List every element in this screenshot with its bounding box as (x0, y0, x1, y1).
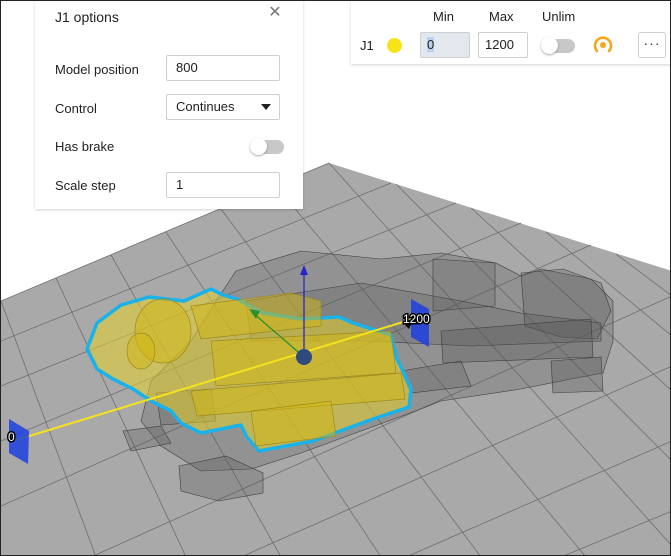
unlim-header: Unlim (542, 9, 576, 24)
joint-limits-icon[interactable] (592, 34, 614, 56)
scale-step-label: Scale step (55, 178, 116, 193)
max-input[interactable]: 1200 (478, 32, 528, 58)
axis-end-label: 1200 (403, 312, 430, 326)
has-brake-label: Has brake (55, 139, 115, 154)
control-select[interactable]: Continues (166, 94, 280, 120)
min-header: Min (433, 9, 454, 24)
more-icon: ··· (643, 35, 661, 51)
min-input[interactable]: 0 (420, 32, 470, 58)
min-input-value: 0 (427, 37, 435, 52)
control-label: Control (55, 101, 97, 116)
axis-start-label: 0 (8, 430, 15, 444)
close-icon[interactable]: ✕ (267, 5, 283, 21)
more-button[interactable]: ··· (638, 32, 666, 58)
toggle-knob (250, 138, 267, 155)
max-header: Max (489, 9, 514, 24)
joint-options-panel: J1 options ✕ Model position 800 Control … (35, 1, 303, 209)
toggle-knob (541, 37, 558, 54)
chevron-down-icon (261, 104, 271, 110)
panel-title: J1 options (55, 9, 119, 25)
unlimited-toggle[interactable] (541, 37, 575, 54)
scale-step-input[interactable]: 1 (166, 172, 280, 198)
control-select-value: Continues (176, 99, 235, 114)
joint-name: J1 (360, 38, 374, 53)
model-position-input[interactable]: 800 (166, 55, 280, 81)
has-brake-toggle[interactable] (250, 138, 284, 155)
app-window: 0 1200 J1 options ✕ Model position 800 C… (0, 0, 671, 556)
joint-color-swatch[interactable] (387, 38, 402, 53)
model-position-label: Model position (55, 62, 139, 77)
joint-limits-bar: Min Max Unlim J1 0 1200 ··· (351, 1, 670, 64)
